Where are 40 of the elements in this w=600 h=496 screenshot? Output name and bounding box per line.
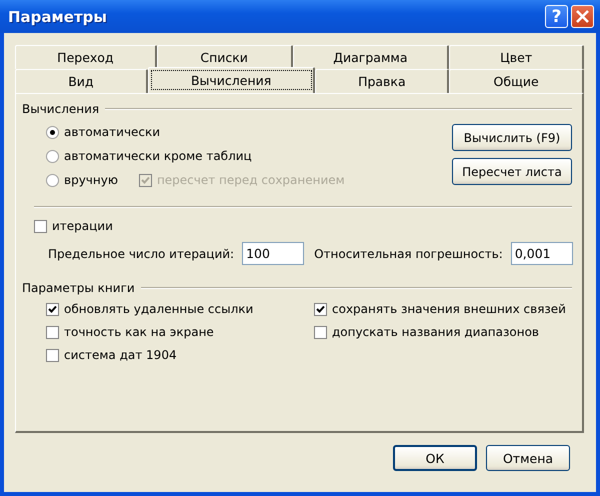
dialog-button[interactable]: ОК xyxy=(393,445,477,471)
radio-label: вручную xyxy=(64,173,118,187)
radio-button[interactable] xyxy=(46,174,59,186)
checkbox[interactable] xyxy=(314,326,327,338)
help-button[interactable]: ? xyxy=(545,5,568,28)
checkbox[interactable] xyxy=(46,302,59,316)
checkbox-label: итерации xyxy=(52,219,113,233)
checkbox-label: обновлять удаленные ссылки xyxy=(64,302,254,316)
checkbox[interactable] xyxy=(46,326,59,338)
radio-label: автоматически xyxy=(64,125,160,139)
checkbox-label: допускать названия диапазонов xyxy=(332,325,539,339)
checkbox[interactable] xyxy=(34,220,47,232)
checkbox[interactable] xyxy=(314,302,327,316)
dialog-button[interactable]: Отмена xyxy=(486,445,570,471)
field-label: Относительная погрешность: xyxy=(314,246,503,260)
close-button[interactable] xyxy=(571,5,594,28)
tab[interactable]: Переход xyxy=(15,45,157,69)
tab[interactable]: Вычисления xyxy=(148,67,316,93)
checkbox-label: система дат 1904 xyxy=(64,348,177,362)
input-field[interactable]: 100 xyxy=(242,242,304,265)
window-title: Параметры xyxy=(8,8,107,26)
field-label: Предельное число итераций: xyxy=(48,246,234,260)
radio-button[interactable] xyxy=(46,126,59,138)
radio-label: автоматически кроме таблиц xyxy=(64,149,252,163)
tab[interactable]: Диаграмма xyxy=(292,45,450,69)
radio-button[interactable] xyxy=(46,150,59,162)
checkbox-label: пересчет перед сохранением xyxy=(156,173,345,187)
calc-button[interactable]: Пересчет листа xyxy=(452,158,572,185)
group-title: Вычисления xyxy=(22,102,100,116)
checkbox[interactable] xyxy=(46,348,59,362)
group-title: Параметры книги xyxy=(22,281,135,295)
tab[interactable]: Общие xyxy=(449,69,584,93)
tab[interactable]: Списки xyxy=(156,45,293,69)
checkbox-label: сохранять значения внешних связей xyxy=(332,302,566,316)
input-field[interactable]: 0,001 xyxy=(510,242,573,265)
checkbox-label: точность как на экране xyxy=(64,325,214,339)
calc-button[interactable]: Вычислить (F9) xyxy=(452,124,572,151)
tab[interactable]: Правка xyxy=(315,69,450,93)
tab[interactable]: Вид xyxy=(15,69,148,93)
tab[interactable]: Цвет xyxy=(449,45,584,69)
